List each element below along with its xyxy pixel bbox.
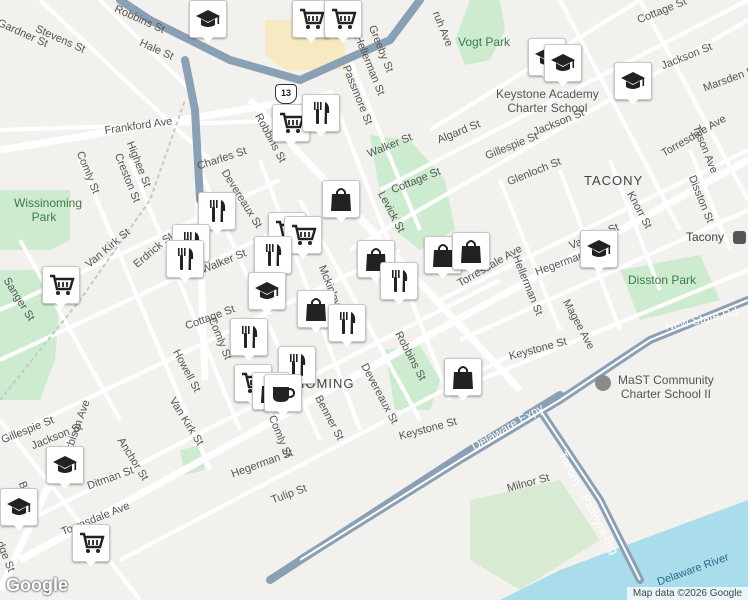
marker-pointer (58, 481, 72, 489)
marker-pointer (340, 339, 354, 347)
marker-pointer (392, 297, 406, 305)
shopping-marker[interactable] (322, 180, 360, 224)
school-marker[interactable] (46, 446, 84, 490)
school-icon (0, 488, 38, 526)
marker-pointer (464, 267, 478, 275)
marker-pointer (84, 559, 98, 567)
restaurant-icon (302, 94, 340, 132)
vogt-park-area (455, 0, 505, 65)
shopping-marker[interactable] (452, 232, 490, 276)
restaurant-icon (254, 236, 292, 274)
route-shield: 13 (275, 84, 297, 104)
marker-pointer (178, 275, 192, 283)
map-canvas[interactable]: 13 TACONY NOMING Wissinoming Park Vogt P… (0, 0, 748, 600)
grocery-icon (72, 524, 110, 562)
marker-pointer (12, 523, 26, 531)
marker-pointer (210, 227, 224, 235)
park-label-vogt: Vogt Park (458, 35, 511, 49)
grocery-icon (42, 266, 80, 304)
school-marker[interactable] (580, 230, 618, 274)
marker-pointer (626, 97, 640, 105)
school-marker[interactable] (189, 0, 227, 44)
park-label-wissinoming: Wissinoming Park (14, 196, 83, 224)
shopping-icon (322, 180, 360, 218)
marker-pointer (314, 129, 328, 137)
marker-pointer (201, 35, 215, 43)
restaurant-icon (328, 304, 366, 342)
marker-pointer (592, 265, 606, 273)
restaurant-icon (166, 240, 204, 278)
marker-pointer (260, 307, 274, 315)
school-label-mast-line2: Charter School II (620, 387, 711, 401)
restaurant-marker[interactable] (230, 318, 268, 362)
restaurant-marker[interactable] (166, 240, 204, 284)
station-icon (733, 231, 746, 244)
school-pin-icon[interactable] (595, 375, 611, 391)
school-icon (46, 446, 84, 484)
grocery-marker[interactable] (72, 524, 110, 568)
cafe-icon (264, 374, 302, 412)
place-label-tacony: Tacony (686, 230, 725, 244)
school-label-keystone-line1: Keystone Academy (496, 87, 599, 101)
school-label-mast: MaST Community Charter School II (618, 373, 714, 401)
school-icon (189, 0, 227, 38)
school-icon (614, 62, 652, 100)
marker-pointer (336, 35, 350, 43)
school-label-mast-line1: MaST Community (618, 373, 714, 387)
marker-pointer (304, 35, 318, 43)
marker-pointer (456, 393, 470, 401)
map-attribution[interactable]: Map data ©2026 Google (626, 587, 748, 600)
marker-pointer (556, 79, 570, 87)
cafe-marker[interactable] (264, 374, 302, 418)
neighborhood-label-tacony: TACONY (584, 173, 644, 188)
restaurant-icon (230, 318, 268, 356)
marker-pointer (436, 271, 450, 279)
google-logo: Google (6, 575, 68, 595)
marker-pointer (296, 251, 310, 259)
school-icon (580, 230, 618, 268)
restaurant-icon (380, 262, 418, 300)
marker-pointer (309, 325, 323, 333)
school-icon (248, 272, 286, 310)
marker-pointer (242, 353, 256, 361)
grocery-icon (324, 0, 362, 38)
school-marker[interactable] (614, 62, 652, 106)
shopping-marker[interactable] (444, 358, 482, 402)
school-marker[interactable] (0, 488, 38, 532)
school-icon (544, 44, 582, 82)
shopping-icon (444, 358, 482, 396)
school-marker[interactable] (544, 44, 582, 88)
marker-pointer (54, 301, 68, 309)
restaurant-marker[interactable] (302, 94, 340, 138)
marker-pointer (284, 139, 298, 147)
restaurant-marker[interactable] (328, 304, 366, 348)
shopping-icon (452, 232, 490, 270)
grocery-marker[interactable] (324, 0, 362, 44)
grocery-marker[interactable] (42, 266, 80, 310)
park-label-disston: Disston Park (628, 273, 697, 287)
marker-pointer (334, 215, 348, 223)
school-marker[interactable] (248, 272, 286, 316)
restaurant-marker[interactable] (380, 262, 418, 306)
marker-pointer (276, 409, 290, 417)
